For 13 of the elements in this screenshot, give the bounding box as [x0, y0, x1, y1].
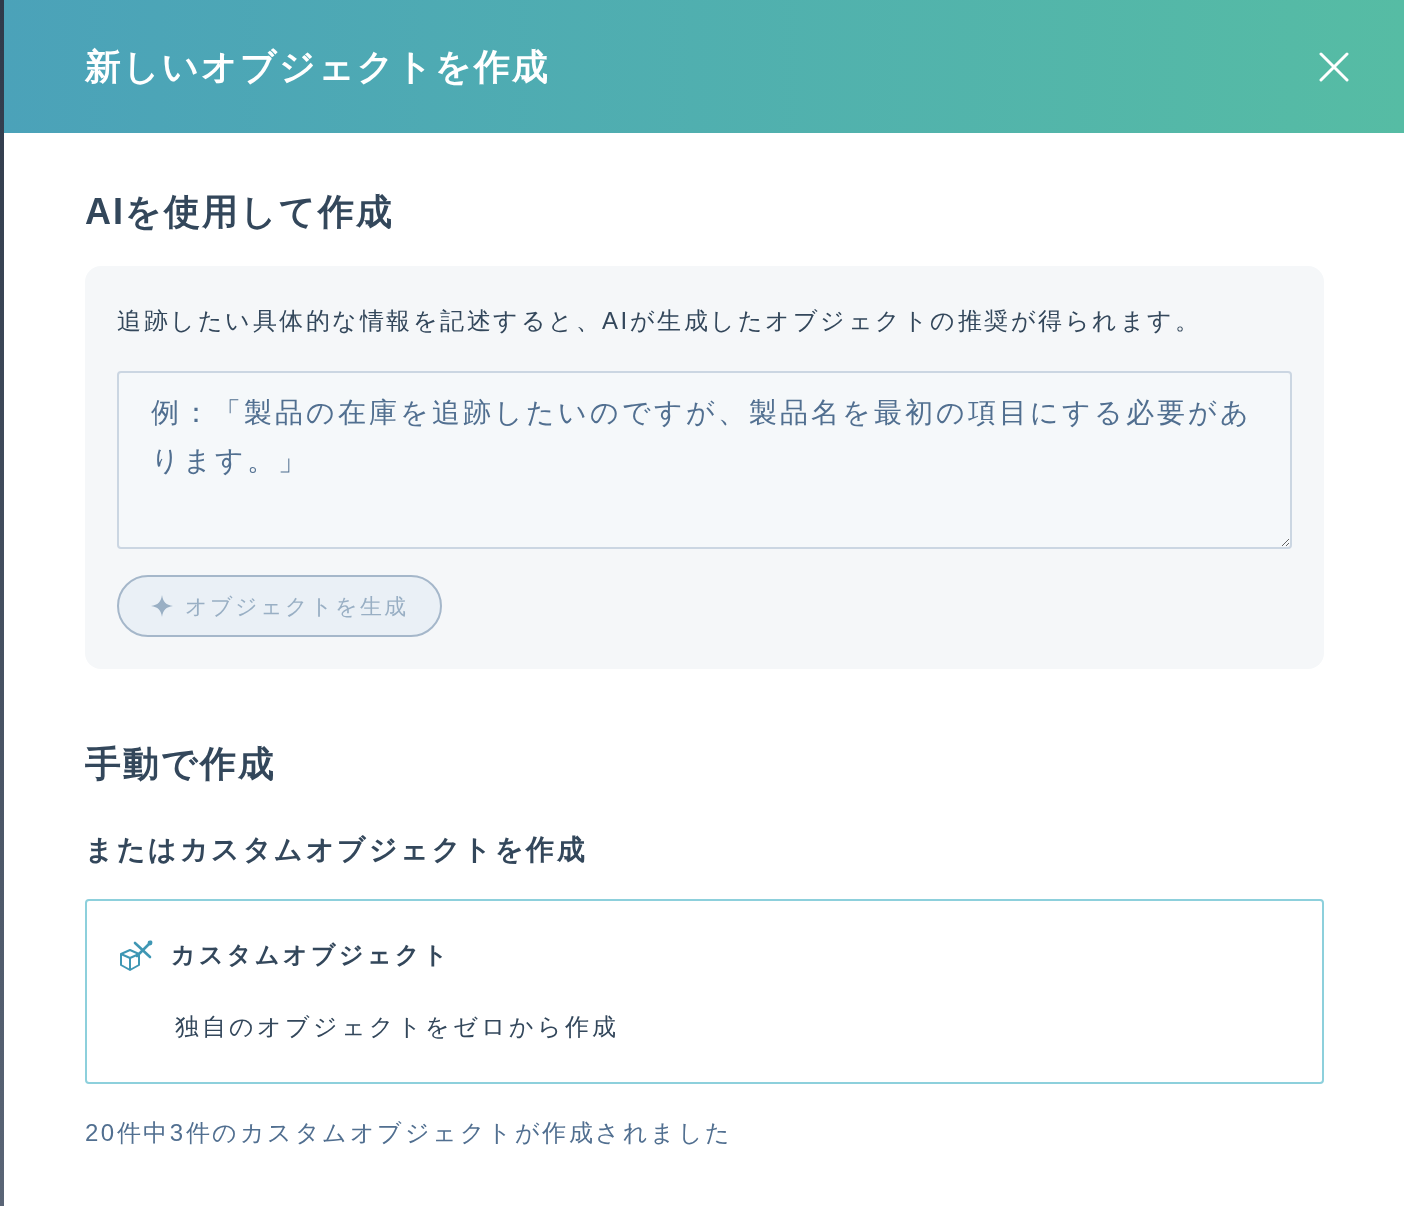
option-title: カスタムオブジェクト	[171, 940, 451, 970]
custom-object-card[interactable]: カスタムオブジェクト 独自のオブジェクトをゼロから作成	[85, 899, 1324, 1084]
prompt-field[interactable]: 例：「製品の在庫を追跡したいのですが、製品名を最初の項目にする必要があります。」	[117, 371, 1292, 549]
close-icon	[1319, 51, 1349, 82]
box-wrench-icon	[119, 939, 153, 971]
section-heading: 手動で作成	[85, 742, 277, 786]
sparkle-icon	[151, 595, 173, 617]
section-heading: AIを使用して作成	[85, 190, 395, 234]
usage-note: 20件中3件のカスタムオブジェクトが作成されました	[85, 1118, 734, 1148]
option-description: 独自のオブジェクトをゼロから作成	[175, 1012, 620, 1042]
ai-description: 追跡したい具体的な情報を記述すると、AIが生成したオブジェクトの推奨が得られます。	[117, 306, 1202, 336]
dialog-title: 新しいオブジェクトを作成	[85, 44, 550, 89]
section-subheading: またはカスタムオブジェクトを作成	[85, 833, 588, 867]
